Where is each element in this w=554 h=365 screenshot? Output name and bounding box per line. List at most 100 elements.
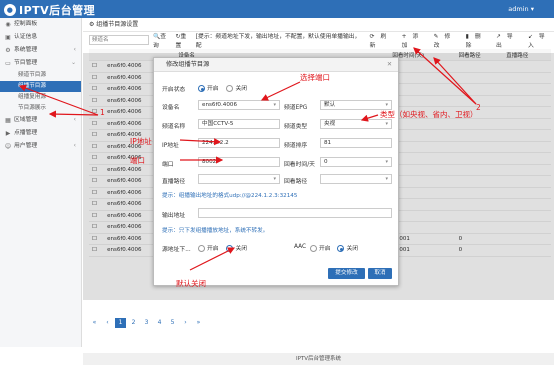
page-tab: ⚙ 组播节目源设置 (83, 18, 554, 32)
sidebar-item-label: 区域管理 (14, 117, 38, 123)
page-link[interactable]: 1 (115, 318, 126, 328)
source-off-label: 关闭 (235, 246, 248, 252)
reset-label: 重置 (175, 34, 187, 49)
user-name[interactable]: admin (508, 5, 528, 13)
lookback-path-label: 回看路径 (284, 179, 308, 185)
export-label: 导出 (496, 34, 513, 49)
lookback-select[interactable]: 0 ▾ (320, 157, 392, 167)
tv-icon: ▭ (5, 60, 11, 67)
page-link[interactable]: 3 (141, 318, 152, 328)
chevron-down-icon: ▾ (273, 176, 276, 182)
tip-no-forward: 提示：只下发组播播放地址，系统不转发。 (162, 228, 269, 234)
refresh-label: 刷新 (369, 34, 387, 49)
page-link[interactable]: 4 (154, 318, 165, 328)
submit-button[interactable]: 提交修改 (328, 268, 365, 279)
status-on-radio[interactable]: 开启 (198, 85, 219, 92)
annotation-number-1: 1 (100, 108, 105, 117)
name-input[interactable]: 中国CCTV-5 (198, 119, 280, 129)
export-button[interactable]: ↗ 导出 (496, 31, 520, 49)
sidebar-item-area[interactable]: ▦ 区域管理 ‹ (0, 114, 81, 127)
type-select[interactable]: 央视 ▾ (320, 119, 392, 129)
play-icon: ▶ (5, 130, 11, 137)
add-button[interactable]: + 添加 (402, 31, 426, 49)
page-link[interactable]: 5 (167, 318, 178, 328)
source-radio-group: 开启 关闭 (198, 243, 247, 252)
query-label: 查询 (153, 34, 167, 49)
source-label: 源地址下... (162, 247, 191, 253)
footer: IPTV后台管理系统 (83, 353, 554, 365)
chevron-down-icon: ▾ (385, 159, 388, 165)
chevron-down-icon: ⌄ (71, 60, 76, 66)
output-label: 输出地址 (162, 213, 186, 219)
toolbar: 🔍查询 ↻重置 [提示：频道地址下发，输出地址，不配置，默认使用单播输出，配 ⟳… (83, 31, 554, 49)
dashboard-icon: ◉ (5, 21, 11, 28)
logo-icon: ● (4, 4, 16, 16)
port-input[interactable]: 8002 (198, 157, 280, 167)
chevron-left-icon: ‹ (73, 47, 76, 53)
delete-label: 删除 (465, 34, 481, 49)
sidebar-item-label: 节目管理 (14, 60, 38, 66)
output-input[interactable] (198, 208, 392, 218)
import-button[interactable]: ↙ 导入 (528, 31, 552, 49)
page-link[interactable]: « (89, 318, 100, 328)
name-label: 频道名称 (162, 124, 186, 130)
source-on-label: 开启 (207, 246, 219, 252)
page-link[interactable]: » (193, 318, 204, 328)
radio-checked-icon (198, 85, 205, 92)
sidebar-item-system[interactable]: ⚙ 系统管理 ‹ (0, 44, 81, 57)
sidebar-item-programs[interactable]: ▭ 节目管理 ⌄ (0, 57, 81, 70)
delete-button[interactable]: ▮ 删除 (466, 31, 488, 49)
import-label: 导入 (527, 34, 545, 49)
chevron-down-icon: ▾ (385, 176, 388, 182)
type-label: 频道类型 (284, 124, 308, 130)
aac-off-label: 关闭 (346, 246, 359, 252)
status-off-label: 关闭 (235, 86, 248, 92)
aac-off-radio[interactable]: 关闭 (337, 245, 359, 252)
sidebar-item-vod[interactable]: ▶ 点播管理 (0, 127, 81, 140)
lookback-path-select[interactable]: ▾ (320, 174, 392, 184)
search-input[interactable] (89, 35, 149, 45)
page-link[interactable]: ‹ (102, 318, 113, 328)
sidebar-item-label: 点播管理 (14, 130, 38, 136)
cancel-button[interactable]: 取消 (368, 268, 392, 279)
sidebar-item-auth[interactable]: ▣ 认证信息 (0, 31, 81, 44)
sidebar-item-users[interactable]: ☺ 用户管理 ‹ (0, 140, 81, 153)
sidebar: ◉ 控制面板 ▣ 认证信息 ⚙ 系统管理 ‹ ▭ 节目管理 ⌄ 频道节目源 组播节目源 组播… (0, 18, 82, 347)
pagination: «‹ 1 2 3 4 5 ›» (89, 318, 206, 328)
refresh-button[interactable]: ⟳ 刷新 (370, 31, 394, 49)
page-link[interactable]: 2 (128, 318, 139, 328)
aac-radio-group: 开启 关闭 (310, 243, 358, 252)
type-value: 央视 (324, 121, 336, 127)
close-icon[interactable]: ✕ (387, 58, 392, 72)
source-on-radio[interactable]: 开启 (198, 245, 219, 252)
top-bar: ● IPTV后台管理 admin ▾ (0, 0, 554, 18)
sidebar-sub-source-display[interactable]: 节目源展示 (0, 103, 81, 114)
user-menu[interactable]: admin ▾ (508, 5, 534, 13)
edit-button[interactable]: ✎ 修改 (434, 31, 458, 49)
order-input[interactable]: 81 (320, 138, 392, 148)
sidebar-sub-multicast-reuse[interactable]: 组播复用源 (0, 92, 81, 103)
annotation-select-port: 选择端口 (300, 73, 330, 82)
source-off-radio[interactable]: 关闭 (226, 245, 248, 252)
radio-checked-icon (226, 245, 234, 252)
users-icon: ☺ (4, 143, 12, 150)
app-logo: ● IPTV后台管理 (4, 2, 95, 18)
sidebar-item-label: 认证信息 (14, 34, 38, 40)
ip-input[interactable]: 224.2.2.2 (198, 138, 280, 148)
sidebar-sub-channel-source[interactable]: 频道节目源 (0, 70, 81, 81)
sidebar-item-label: 控制面板 (14, 21, 38, 27)
radio-unchecked-icon (198, 245, 205, 252)
sidebar-sub-multicast-source[interactable]: 组播节目源 (0, 81, 81, 92)
status-off-radio[interactable]: 关闭 (226, 85, 248, 92)
reset-button[interactable]: ↻重置 (176, 31, 192, 49)
query-button[interactable]: 🔍查询 (153, 31, 172, 49)
live-path-select[interactable]: ▾ (198, 174, 280, 184)
modal-header: 修改组播节目源 ✕ (154, 58, 398, 72)
device-select[interactable]: ens6f0.4006 ▾ (198, 100, 280, 110)
epg-label: 频道EPG (284, 105, 308, 111)
page-link[interactable]: › (180, 318, 191, 328)
aac-on-radio[interactable]: 开启 (310, 245, 331, 252)
aac-on-label: 开启 (319, 246, 331, 252)
annotation-default-off: 默认关闭 (176, 279, 206, 288)
sidebar-item-dashboard[interactable]: ◉ 控制面板 (0, 18, 81, 31)
